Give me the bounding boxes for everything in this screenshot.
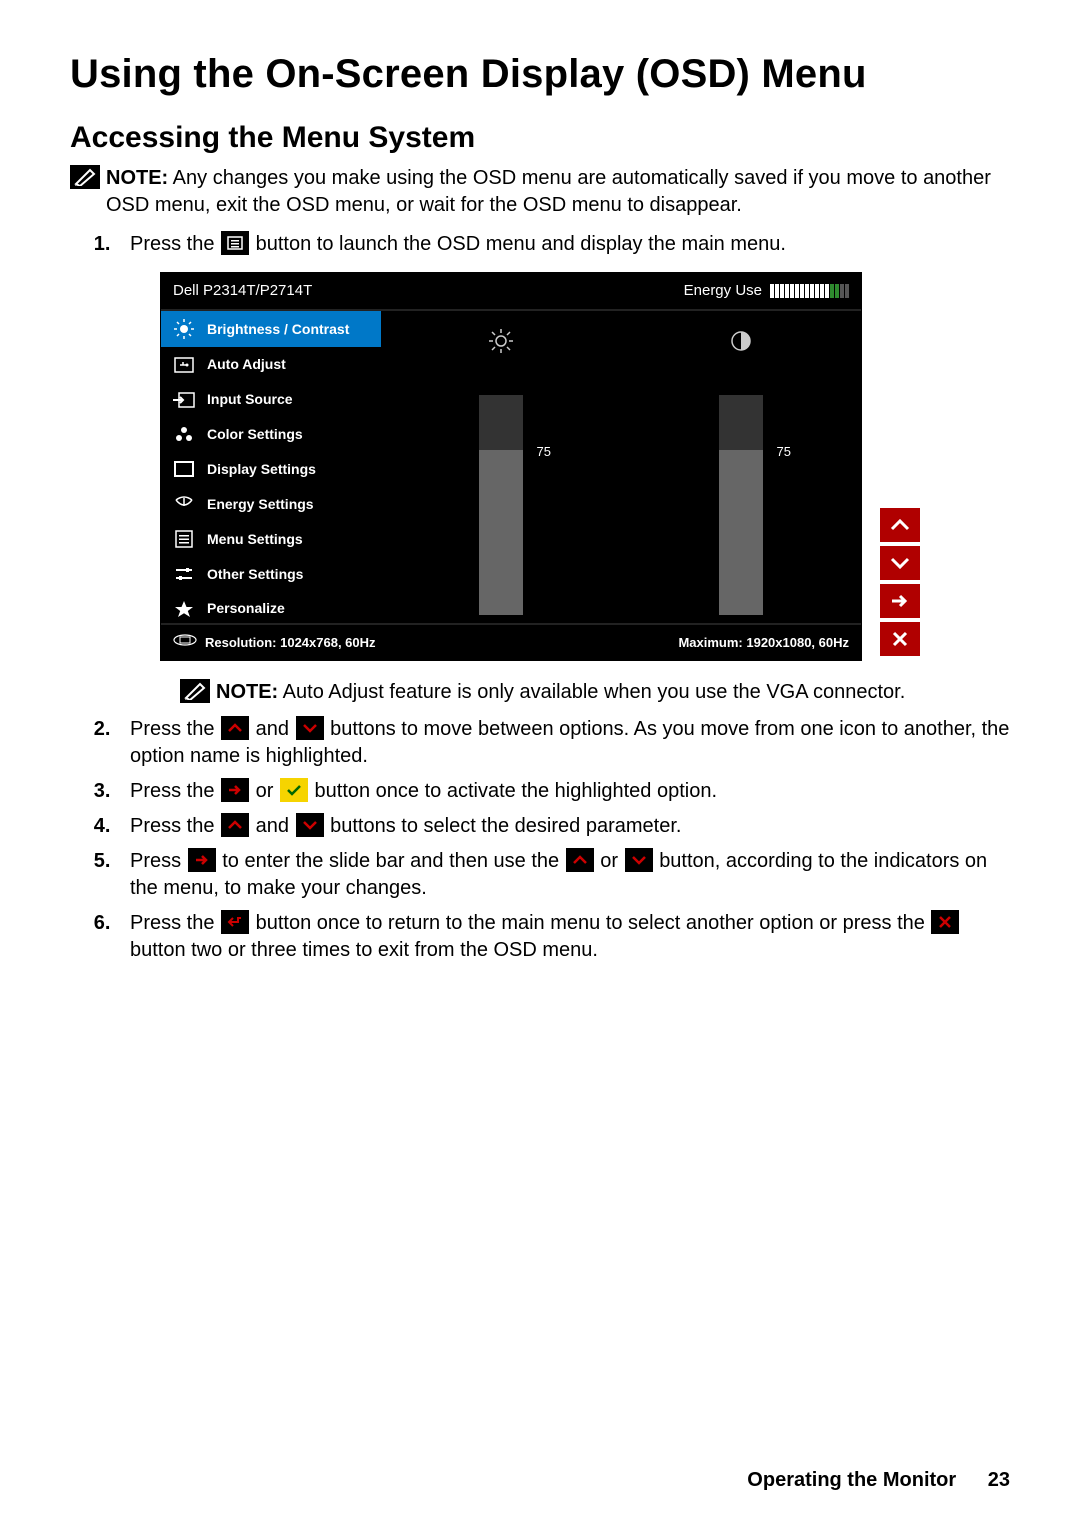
max-resolution-text: Maximum: 1920x1080, 60Hz: [678, 634, 849, 652]
right-arrow-icon: [221, 778, 249, 802]
menu-item-personalize[interactable]: Personalize: [161, 591, 381, 626]
note-icon: [180, 679, 210, 703]
input-source-icon: [171, 392, 197, 408]
up-button[interactable]: [880, 508, 920, 542]
star-icon: [171, 600, 197, 618]
page-title: Using the On-Screen Display (OSD) Menu: [70, 52, 1010, 97]
note-icon: [70, 165, 100, 189]
brightness-value: 75: [537, 443, 551, 461]
down-icon: [625, 848, 653, 872]
close-icon: [931, 910, 959, 934]
page-number: 23: [988, 1469, 1010, 1491]
step-1: Press the button to launch the OSD menu …: [116, 231, 1010, 706]
osd-model: Dell P2314T/P2714T: [173, 281, 312, 301]
note-2: NOTE: Auto Adjust feature is only availa…: [180, 679, 1010, 706]
menu-item-menu[interactable]: Menu Settings: [161, 522, 381, 557]
right-arrow-icon: [188, 848, 216, 872]
contrast-column: 75: [621, 311, 861, 623]
energy-label: Energy Use: [684, 281, 762, 301]
enter-button[interactable]: [880, 584, 920, 618]
menu-item-color[interactable]: Color Settings: [161, 417, 381, 452]
osd-menu-list: Brightness / Contrast Auto Adjust Input …: [161, 311, 381, 623]
check-icon: [280, 778, 308, 802]
step-3: Press the or button once to activate the…: [116, 778, 1010, 805]
step-2: Press the and buttons to move between op…: [116, 716, 1010, 770]
step-4: Press the and buttons to select the desi…: [116, 813, 1010, 840]
brightness-icon: [171, 319, 197, 339]
menu-item-display[interactable]: Display Settings: [161, 452, 381, 487]
menu-item-energy[interactable]: Energy Settings: [161, 487, 381, 522]
menu-item-input-source[interactable]: Input Source: [161, 382, 381, 417]
osd-side-buttons: [880, 508, 920, 656]
energy-icon: [171, 496, 197, 512]
note-text: Auto Adjust feature is only available wh…: [278, 681, 905, 703]
up-icon: [221, 716, 249, 740]
menu-icon: [171, 530, 197, 548]
other-icon: [171, 566, 197, 582]
down-icon: [296, 813, 324, 837]
menu-item-auto-adjust[interactable]: Auto Adjust: [161, 347, 381, 382]
step-6: Press the button once to return to the m…: [116, 910, 1010, 964]
note-label: NOTE:: [106, 167, 168, 189]
contrast-value: 75: [777, 443, 791, 461]
down-button[interactable]: [880, 546, 920, 580]
up-icon: [221, 813, 249, 837]
contrast-icon: [730, 321, 752, 361]
sun-icon: [488, 321, 514, 361]
up-icon: [566, 848, 594, 872]
energy-bars-icon: [770, 284, 849, 298]
brightness-column: 75: [381, 311, 621, 623]
osd-screenshot: Dell P2314T/P2714T Energy Use: [160, 272, 862, 661]
resolution-icon: [173, 633, 197, 652]
step-5: Press to enter the slide bar and then us…: [116, 848, 1010, 902]
resolution-text: Resolution: 1024x768, 60Hz: [205, 634, 376, 652]
section-title: Accessing the Menu System: [70, 121, 1010, 155]
note-text: Any changes you make using the OSD menu …: [106, 167, 991, 216]
exit-button[interactable]: [880, 622, 920, 656]
color-icon: [171, 426, 197, 442]
menu-item-other[interactable]: Other Settings: [161, 557, 381, 592]
display-icon: [171, 461, 197, 477]
page-footer: Operating the Monitor 23: [747, 1469, 1010, 1492]
note-label: NOTE:: [216, 681, 278, 703]
back-icon: [221, 910, 249, 934]
down-icon: [296, 716, 324, 740]
note-1: NOTE: Any changes you make using the OSD…: [70, 165, 1010, 219]
menu-item-brightness[interactable]: Brightness / Contrast: [161, 311, 381, 347]
auto-adjust-icon: [171, 357, 197, 373]
menu-button-icon: [221, 231, 249, 255]
